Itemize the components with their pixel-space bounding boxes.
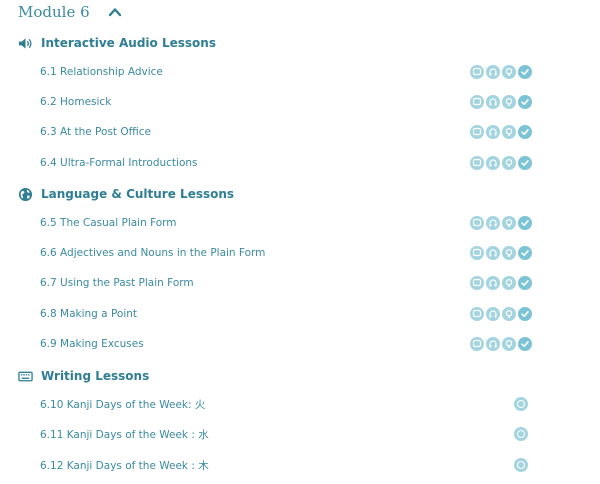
globe-icon xyxy=(18,187,33,201)
check-icon xyxy=(518,216,532,230)
lesson-label: 6.3 At the Post Office xyxy=(40,126,152,138)
headphones-icon xyxy=(486,65,500,79)
section-title: Language & Culture Lessons xyxy=(41,187,235,201)
lightbulb-icon xyxy=(502,246,516,260)
check-icon xyxy=(518,307,532,321)
chat-icon xyxy=(470,246,484,260)
module-title: Module 6 xyxy=(18,3,90,21)
lesson-row[interactable]: 6.9 Making Excuses xyxy=(40,334,532,354)
headphones-icon xyxy=(486,156,500,170)
chat-icon xyxy=(470,216,484,230)
headphones-icon xyxy=(486,307,500,321)
lesson-label: 6.8 Making a Point xyxy=(40,308,138,320)
headphones-icon xyxy=(486,337,500,351)
lesson-row[interactable]: 6.4 Ultra-Formal Introductions xyxy=(40,153,532,173)
kanji-practice-icon xyxy=(514,427,528,441)
lightbulb-icon xyxy=(502,65,516,79)
kanji-practice-icon xyxy=(514,397,528,411)
lightbulb-icon xyxy=(502,95,516,109)
headphones-icon xyxy=(486,276,500,290)
lesson-row[interactable]: 6.10 Kanji Days of the Week: 火 xyxy=(40,394,532,414)
lesson-label: 6.12 Kanji Days of the Week : 木 xyxy=(40,459,209,472)
lesson-row[interactable]: 6.2 Homesick xyxy=(40,92,532,112)
check-icon xyxy=(518,246,532,260)
section-title: Interactive Audio Lessons xyxy=(41,36,216,50)
lesson-progress-icons xyxy=(470,307,532,321)
lesson-label: 6.7 Using the Past Plain Form xyxy=(40,277,194,289)
lesson-row[interactable]: 6.1 Relationship Advice xyxy=(40,62,532,82)
section-title: Writing Lessons xyxy=(41,369,150,383)
speaker-icon xyxy=(18,37,32,49)
lesson-progress-icons xyxy=(470,156,532,170)
check-icon xyxy=(518,95,532,109)
lesson-row[interactable]: 6.12 Kanji Days of the Week : 木 xyxy=(40,455,532,475)
headphones-icon xyxy=(486,216,500,230)
chevron-up-icon[interactable] xyxy=(108,5,122,19)
section-header-writing: Writing Lessons xyxy=(18,366,149,386)
lightbulb-icon xyxy=(502,216,516,230)
check-icon xyxy=(518,125,532,139)
lesson-progress-icons xyxy=(470,337,532,351)
chat-icon xyxy=(470,307,484,321)
lesson-label: 6.4 Ultra-Formal Introductions xyxy=(40,157,198,169)
lightbulb-icon xyxy=(502,276,516,290)
check-icon xyxy=(518,156,532,170)
lesson-row[interactable]: 6.5 The Casual Plain Form xyxy=(40,213,532,233)
lightbulb-icon xyxy=(502,125,516,139)
headphones-icon xyxy=(486,125,500,139)
lesson-label: 6.6 Adjectives and Nouns in the Plain Fo… xyxy=(40,247,266,259)
headphones-icon xyxy=(486,246,500,260)
chat-icon xyxy=(470,65,484,79)
lesson-label: 6.2 Homesick xyxy=(40,96,112,108)
chat-icon xyxy=(470,276,484,290)
lesson-progress-icons xyxy=(470,216,532,230)
kanji-practice-icon xyxy=(514,458,528,472)
lightbulb-icon xyxy=(502,337,516,351)
lesson-label: 6.1 Relationship Advice xyxy=(40,66,163,78)
lesson-label: 6.11 Kanji Days of the Week : 水 xyxy=(40,428,209,441)
lesson-progress-icons xyxy=(470,246,532,260)
lesson-progress-icons xyxy=(470,276,532,290)
headphones-icon xyxy=(486,95,500,109)
lesson-label: 6.10 Kanji Days of the Week: 火 xyxy=(40,398,206,411)
lesson-row[interactable]: 6.11 Kanji Days of the Week : 水 xyxy=(40,424,532,444)
lesson-label: 6.9 Making Excuses xyxy=(40,338,144,350)
chat-icon xyxy=(470,125,484,139)
lesson-progress-icons xyxy=(470,125,532,139)
lesson-row[interactable]: 6.8 Making a Point xyxy=(40,304,532,324)
lesson-progress-icons xyxy=(470,65,532,79)
lesson-row[interactable]: 6.6 Adjectives and Nouns in the Plain Fo… xyxy=(40,243,532,263)
lesson-row[interactable]: 6.3 At the Post Office xyxy=(40,122,532,142)
lesson-row[interactable]: 6.7 Using the Past Plain Form xyxy=(40,273,532,293)
lightbulb-icon xyxy=(502,156,516,170)
module-header[interactable]: Module 6 xyxy=(18,0,122,24)
check-icon xyxy=(518,337,532,351)
chat-icon xyxy=(470,95,484,109)
keyboard-icon xyxy=(18,371,33,381)
check-icon xyxy=(518,65,532,79)
section-header-audio: Interactive Audio Lessons xyxy=(18,33,216,53)
lesson-progress-icons xyxy=(470,95,532,109)
lesson-label: 6.5 The Casual Plain Form xyxy=(40,217,177,229)
check-icon xyxy=(518,276,532,290)
chat-icon xyxy=(470,337,484,351)
lightbulb-icon xyxy=(502,307,516,321)
section-header-language-culture: Language & Culture Lessons xyxy=(18,184,234,204)
chat-icon xyxy=(470,156,484,170)
